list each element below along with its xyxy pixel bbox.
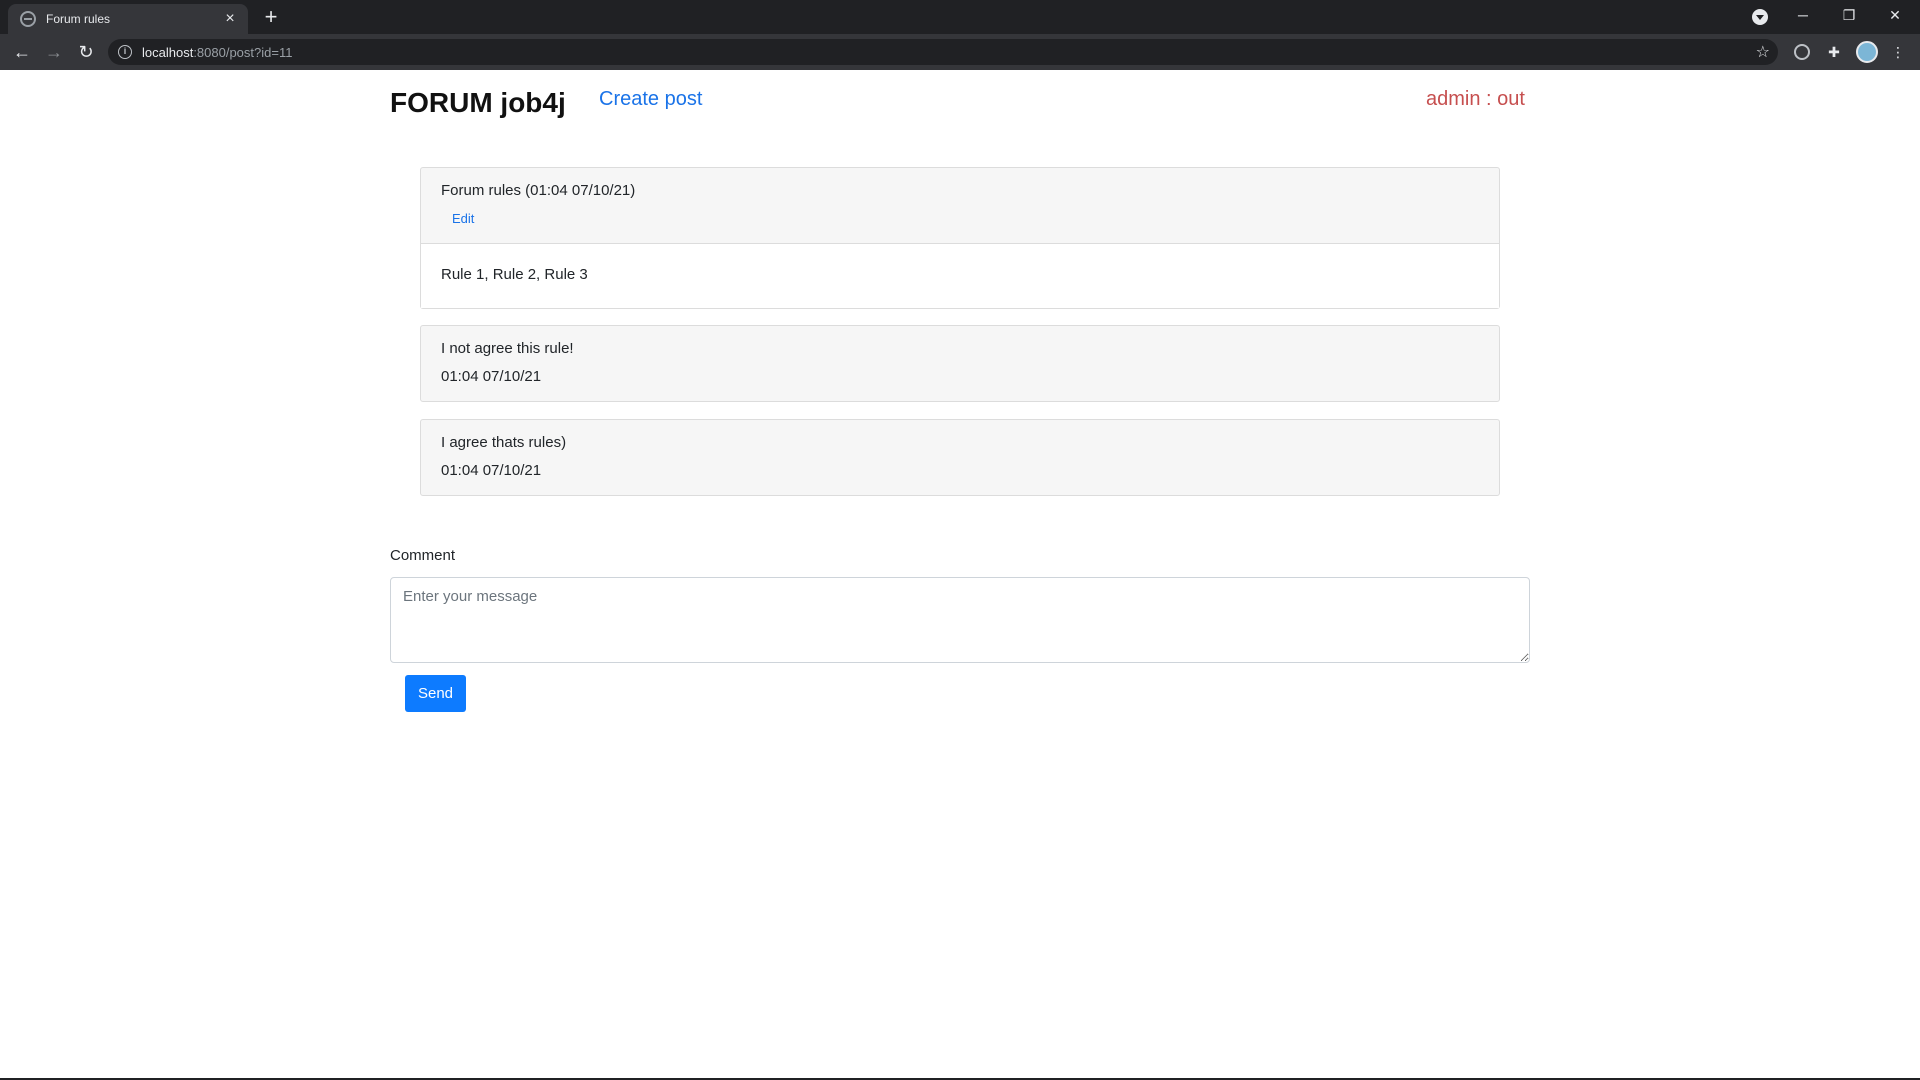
restore-button[interactable]: ❐ [1826, 0, 1872, 34]
comment-time: 01:04 07/10/21 [441, 462, 542, 479]
new-tab-button[interactable]: + [258, 4, 284, 30]
close-window-button[interactable]: ✕ [1872, 0, 1918, 34]
extensions-puzzle-icon[interactable]: ✚ [1824, 42, 1844, 62]
browser-tab-bar: Forum rules × + ─ ❐ ✕ [0, 0, 1920, 34]
comment-card: I not agree this rule! 01:04 07/10/21 [420, 325, 1500, 402]
comment-message: I agree thats rules) [441, 434, 567, 451]
post-header: Forum rules (01:04 07/10/21) Edit [421, 168, 1499, 244]
comment-time: 01:04 07/10/21 [441, 368, 542, 385]
post-card: Forum rules (01:04 07/10/21) Edit Rule 1… [420, 167, 1500, 309]
minimize-button[interactable]: ─ [1780, 0, 1826, 34]
url-host: localhost [142, 44, 194, 60]
reload-icon[interactable]: ↻ [74, 40, 98, 64]
comment-message: I not agree this rule! [441, 340, 574, 357]
user-logout-link[interactable]: admin : out [1426, 88, 1525, 111]
comment-label: Comment [390, 547, 456, 564]
create-post-link[interactable]: Create post [599, 88, 702, 111]
brand-title: FORUM job4j [390, 87, 566, 118]
send-button[interactable]: Send [405, 675, 466, 712]
page-content: FORUM job4j Create post admin : out Foru… [0, 70, 1920, 1078]
tab-search-icon[interactable] [1752, 9, 1768, 25]
forward-arrow-icon[interactable]: → [42, 40, 66, 64]
tab-title: Forum rules [46, 12, 111, 26]
comment-card: I agree thats rules) 01:04 07/10/21 [420, 419, 1500, 496]
comment-textarea[interactable] [390, 577, 1530, 663]
post-body: Rule 1, Rule 2, Rule 3 [421, 244, 1499, 308]
url-path: :8080/post?id=11 [193, 44, 293, 60]
bookmark-star-icon[interactable]: ☆ [1756, 42, 1770, 62]
translate-globe-icon[interactable] [1794, 44, 1810, 60]
profile-avatar[interactable] [1856, 41, 1878, 63]
browser-toolbar: ← → ↻ i localhost :8080/post?id=11 ☆ ✚ ⋮ [0, 34, 1920, 70]
address-bar[interactable]: i localhost :8080/post?id=11 ☆ [108, 39, 1778, 65]
browser-tab[interactable]: Forum rules × [8, 4, 248, 34]
edit-post-link[interactable]: Edit [452, 211, 474, 226]
site-info-icon[interactable]: i [118, 45, 132, 59]
post-title: Forum rules (01:04 07/10/21) [441, 182, 636, 199]
globe-icon [20, 11, 36, 27]
tab-close-icon[interactable]: × [220, 10, 240, 28]
menu-kebab-icon[interactable]: ⋮ [1888, 42, 1908, 62]
back-arrow-icon[interactable]: ← [10, 40, 34, 64]
